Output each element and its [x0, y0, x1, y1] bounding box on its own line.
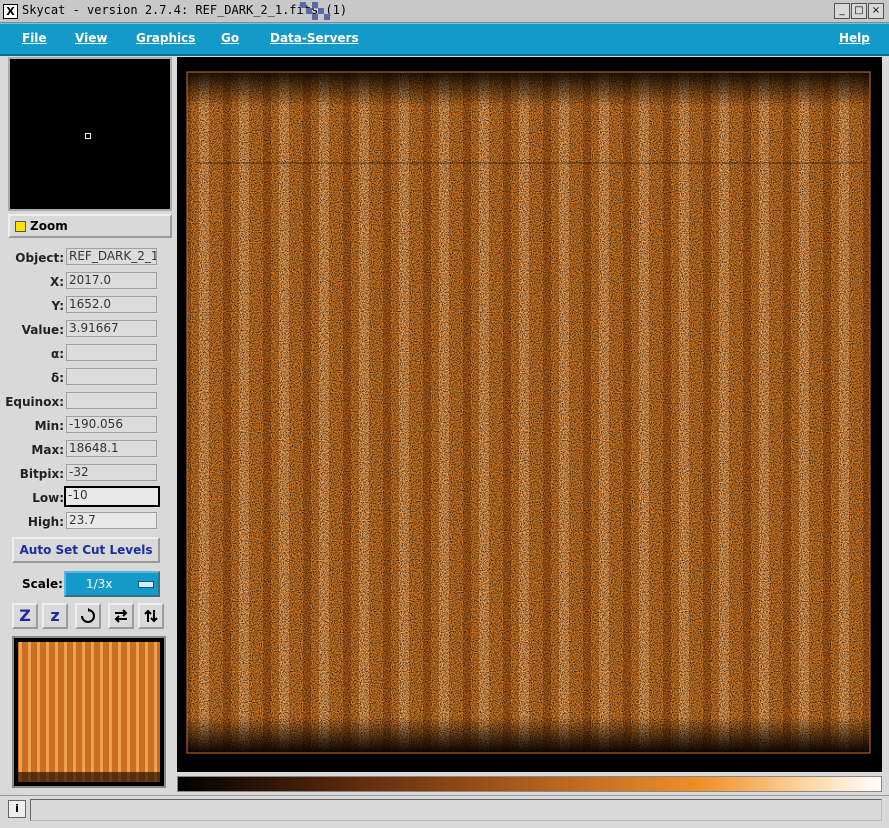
colormap-bar[interactable]: [177, 776, 882, 792]
object-field: REF_DARK_2_1: [66, 248, 157, 265]
info-row-equinox: Equinox:: [5, 392, 168, 412]
zoom-checkbox[interactable]: [15, 221, 26, 232]
minimize-button[interactable]: _: [834, 3, 850, 19]
menu-graphics[interactable]: Graphics: [136, 31, 195, 45]
info-row-bitpix: Bitpix: -32: [8, 464, 168, 484]
delta-label: δ:: [50, 371, 64, 385]
high-input[interactable]: 23.7: [66, 512, 157, 529]
delta-field: [66, 368, 157, 385]
fits-image: [186, 71, 871, 754]
flip-y-button[interactable]: [138, 603, 164, 629]
low-input[interactable]: -10: [64, 486, 160, 507]
title-bar: X Skycat - version 2.7.4: REF_DARK_2_1.f…: [0, 0, 889, 23]
x-label: X:: [49, 275, 64, 289]
info-row-delta: δ:: [8, 368, 168, 388]
image-display[interactable]: [177, 57, 882, 772]
info-row-min: Min: -190.056: [8, 416, 168, 436]
alpha-field: [66, 344, 157, 361]
rotate-icon: [81, 608, 95, 623]
option-menu-indicator-icon: [138, 581, 154, 588]
info-row-y: Y: 1652.0: [8, 296, 168, 316]
value-field: 3.91667: [66, 320, 157, 337]
info-row-high: High: 23.7: [8, 512, 168, 532]
max-field: 18648.1: [66, 440, 157, 457]
menu-view[interactable]: View: [75, 31, 107, 45]
value-label: Value:: [21, 323, 64, 337]
app-icon[interactable]: X: [3, 4, 18, 19]
info-row-low: Low: -10: [8, 486, 168, 508]
thumbnail-image: [18, 642, 160, 782]
menu-data-servers[interactable]: Data-Servers: [270, 31, 359, 45]
bitpix-label: Bitpix:: [19, 467, 64, 481]
equinox-field: [66, 392, 157, 409]
max-label: Max:: [31, 443, 64, 457]
object-label: Object:: [15, 251, 64, 265]
pan-marker[interactable]: [85, 133, 91, 139]
scale-value: 1/3x: [86, 577, 113, 591]
info-row-alpha: α:: [8, 344, 168, 364]
alpha-label: α:: [50, 347, 64, 361]
zoom-toggle[interactable]: Zoom: [8, 214, 172, 238]
info-row-object: Object: REF_DARK_2_1: [8, 248, 168, 268]
auto-set-cut-levels-button[interactable]: Auto Set Cut Levels: [12, 537, 160, 563]
equinox-label: Equinox:: [5, 395, 64, 409]
status-bar: i: [0, 795, 889, 828]
flip-x-button[interactable]: [108, 603, 134, 629]
zoom-in-button[interactable]: Z: [12, 603, 38, 629]
maximize-button[interactable]: □: [851, 3, 867, 19]
image-thumbnail[interactable]: [12, 636, 166, 788]
info-row-x: X: 2017.0: [8, 272, 168, 292]
scale-label: Scale:: [22, 577, 63, 591]
min-field: -190.056: [66, 416, 157, 433]
x-field: 2017.0: [66, 272, 157, 289]
rotate-button[interactable]: [75, 603, 101, 629]
close-button[interactable]: ×: [868, 3, 884, 19]
info-row-value: Value: 3.91667: [8, 320, 168, 340]
low-label: Low:: [32, 491, 64, 505]
y-label: Y:: [51, 299, 64, 313]
menu-file[interactable]: File: [22, 31, 47, 45]
bitpix-field: -32: [66, 464, 157, 481]
zoom-out-button[interactable]: z: [42, 603, 68, 629]
flip-y-icon: [144, 609, 158, 623]
status-message: [30, 799, 882, 821]
info-icon: i: [8, 800, 26, 818]
menu-go[interactable]: Go: [221, 31, 239, 45]
title-decoration-icon: [300, 2, 330, 20]
scale-menu[interactable]: 1/3x: [64, 571, 160, 597]
min-label: Min:: [34, 419, 64, 433]
y-field: 1652.0: [66, 296, 157, 313]
info-row-max: Max: 18648.1: [8, 440, 168, 460]
high-label: High:: [27, 515, 64, 529]
pan-window[interactable]: [8, 57, 172, 211]
menu-help[interactable]: Help: [839, 31, 870, 45]
menu-bar: File View Graphics Go Data-Servers Help: [0, 23, 889, 56]
zoom-label: Zoom: [30, 219, 68, 233]
window-title: Skycat - version 2.7.4: REF_DARK_2_1.fit…: [22, 3, 348, 17]
flip-x-icon: [114, 609, 128, 623]
